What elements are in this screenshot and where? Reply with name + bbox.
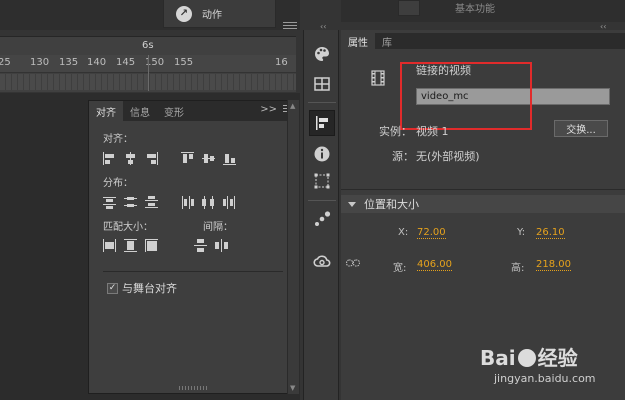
divider [308, 200, 336, 201]
align-horizontal-center-icon[interactable] [124, 152, 137, 165]
align-bottom-icon[interactable] [223, 152, 236, 165]
tab-properties[interactable]: 属性 [341, 33, 375, 49]
chevron-down-icon [348, 201, 356, 207]
window-chip[interactable] [398, 0, 420, 16]
distribute-right-icon[interactable] [223, 196, 236, 209]
source-value: 无(外部视频) [416, 150, 480, 163]
stage-scrollbar[interactable]: ▲ ▼ [287, 100, 299, 394]
align-to-stage-checkbox[interactable]: ✓ [107, 282, 118, 294]
palette-icon[interactable] [313, 45, 331, 63]
ruler-number: 135 [59, 57, 79, 68]
align-to-stage-option[interactable]: ✓ 与舞台对齐 [107, 280, 177, 296]
y-value-field[interactable]: 26.10 [536, 227, 565, 239]
ruler-number: 16 [275, 57, 288, 68]
position-size-section-header[interactable]: 位置和大小 [341, 195, 625, 213]
paw-icon [517, 349, 536, 367]
align-to-stage-label: 与舞台对齐 [122, 282, 177, 295]
scroll-up-icon[interactable]: ▲ [290, 102, 295, 110]
playhead[interactable] [148, 55, 149, 91]
ruler-number: 155 [174, 57, 194, 68]
instance-name-input[interactable] [416, 88, 610, 105]
match-height-icon[interactable] [124, 239, 137, 252]
tab-align[interactable]: 对齐 [89, 101, 123, 121]
expand-panel-icon[interactable]: >> [260, 104, 277, 115]
watermark-logo-right: 经验 [537, 346, 578, 370]
distribute-vertical-center-icon[interactable] [124, 196, 137, 209]
distribute-top-icon[interactable] [103, 196, 116, 209]
timeline[interactable]: 6s 25 130 135 140 145 150 155 16 [0, 36, 296, 92]
match-size-section-label: 匹配大小： [103, 222, 153, 233]
grid-swatches-icon[interactable] [313, 75, 331, 93]
divider [103, 271, 283, 272]
actions-panel-button[interactable]: ↗ 动作 [163, 0, 276, 28]
ruler-number: 25 [0, 57, 11, 68]
time-marker: 6s [142, 40, 154, 51]
distribute-horizontal-center-icon[interactable] [202, 196, 215, 209]
resize-grip[interactable] [179, 386, 209, 390]
distribute-bottom-icon[interactable] [145, 196, 158, 209]
baidu-jingyan-watermark: Bai 经验 jingyan.baidu.com [480, 342, 625, 400]
watermark-logo-left: Bai [480, 346, 516, 370]
tab-transform[interactable]: 变形 [157, 101, 191, 121]
match-width-icon[interactable] [103, 239, 116, 252]
section-title: 位置和大小 [364, 198, 419, 211]
divider [308, 102, 336, 103]
instance-label: 实例： [379, 125, 412, 138]
x-value-field[interactable]: 72.00 [417, 227, 446, 239]
divider [341, 189, 625, 190]
ruler-number: 145 [116, 57, 136, 68]
watermark-url: jingyan.baidu.com [494, 372, 596, 385]
align-panel: 对齐 信息 变形 >> 对齐： 分布： 匹配大小： 间隔： ✓ 与舞台对齐 [88, 100, 298, 394]
panel-dock-toolbar [303, 30, 339, 400]
ruler-number: 140 [87, 57, 107, 68]
match-width-and-height-icon[interactable] [145, 239, 158, 252]
video-film-icon [370, 70, 386, 86]
width-value-field[interactable]: 406.00 [417, 259, 452, 271]
panel-menu-icon[interactable] [283, 22, 297, 32]
x-label: X: [398, 227, 409, 238]
creative-cloud-icon[interactable] [313, 252, 331, 270]
align-panel-tool-icon[interactable] [309, 110, 335, 136]
motion-presets-icon[interactable] [313, 210, 331, 228]
workspace-switcher[interactable]: 基本功能 [455, 0, 495, 15]
actions-label: 动作 [202, 10, 222, 21]
align-vertical-center-icon[interactable] [202, 152, 215, 165]
space-evenly-vertical-icon[interactable] [194, 239, 207, 252]
align-right-icon[interactable] [145, 152, 158, 165]
properties-tabs: 属性 库 [341, 33, 625, 49]
height-label: 高: [511, 263, 525, 274]
y-label: Y: [517, 227, 526, 238]
width-label: 宽: [393, 263, 407, 274]
distribute-left-icon[interactable] [181, 196, 194, 209]
actions-icon: ↗ [176, 5, 192, 22]
align-panel-tabs: 对齐 信息 变形 >> [89, 101, 297, 121]
swap-button[interactable]: 交换... [554, 120, 608, 137]
source-label: 源： [392, 150, 414, 163]
height-value-field[interactable]: 218.00 [536, 259, 571, 271]
link-constrain-icon[interactable] [346, 258, 360, 268]
ruler-number: 130 [30, 57, 50, 68]
tab-library[interactable]: 库 [375, 33, 399, 49]
tab-info[interactable]: 信息 [123, 101, 157, 121]
info-icon[interactable] [313, 145, 331, 163]
linked-video-label: 链接的视频 [416, 64, 471, 77]
align-section-label: 对齐： [103, 134, 133, 145]
instance-value: 视频 1 [416, 125, 449, 138]
align-top-icon[interactable] [181, 152, 194, 165]
distribute-section-label: 分布： [103, 178, 133, 189]
transform-icon[interactable] [313, 172, 331, 190]
scroll-down-icon[interactable]: ▼ [290, 384, 295, 392]
spacing-section-label: 间隔： [203, 222, 233, 233]
space-evenly-horizontal-icon[interactable] [215, 239, 228, 252]
align-left-icon[interactable] [103, 152, 116, 165]
